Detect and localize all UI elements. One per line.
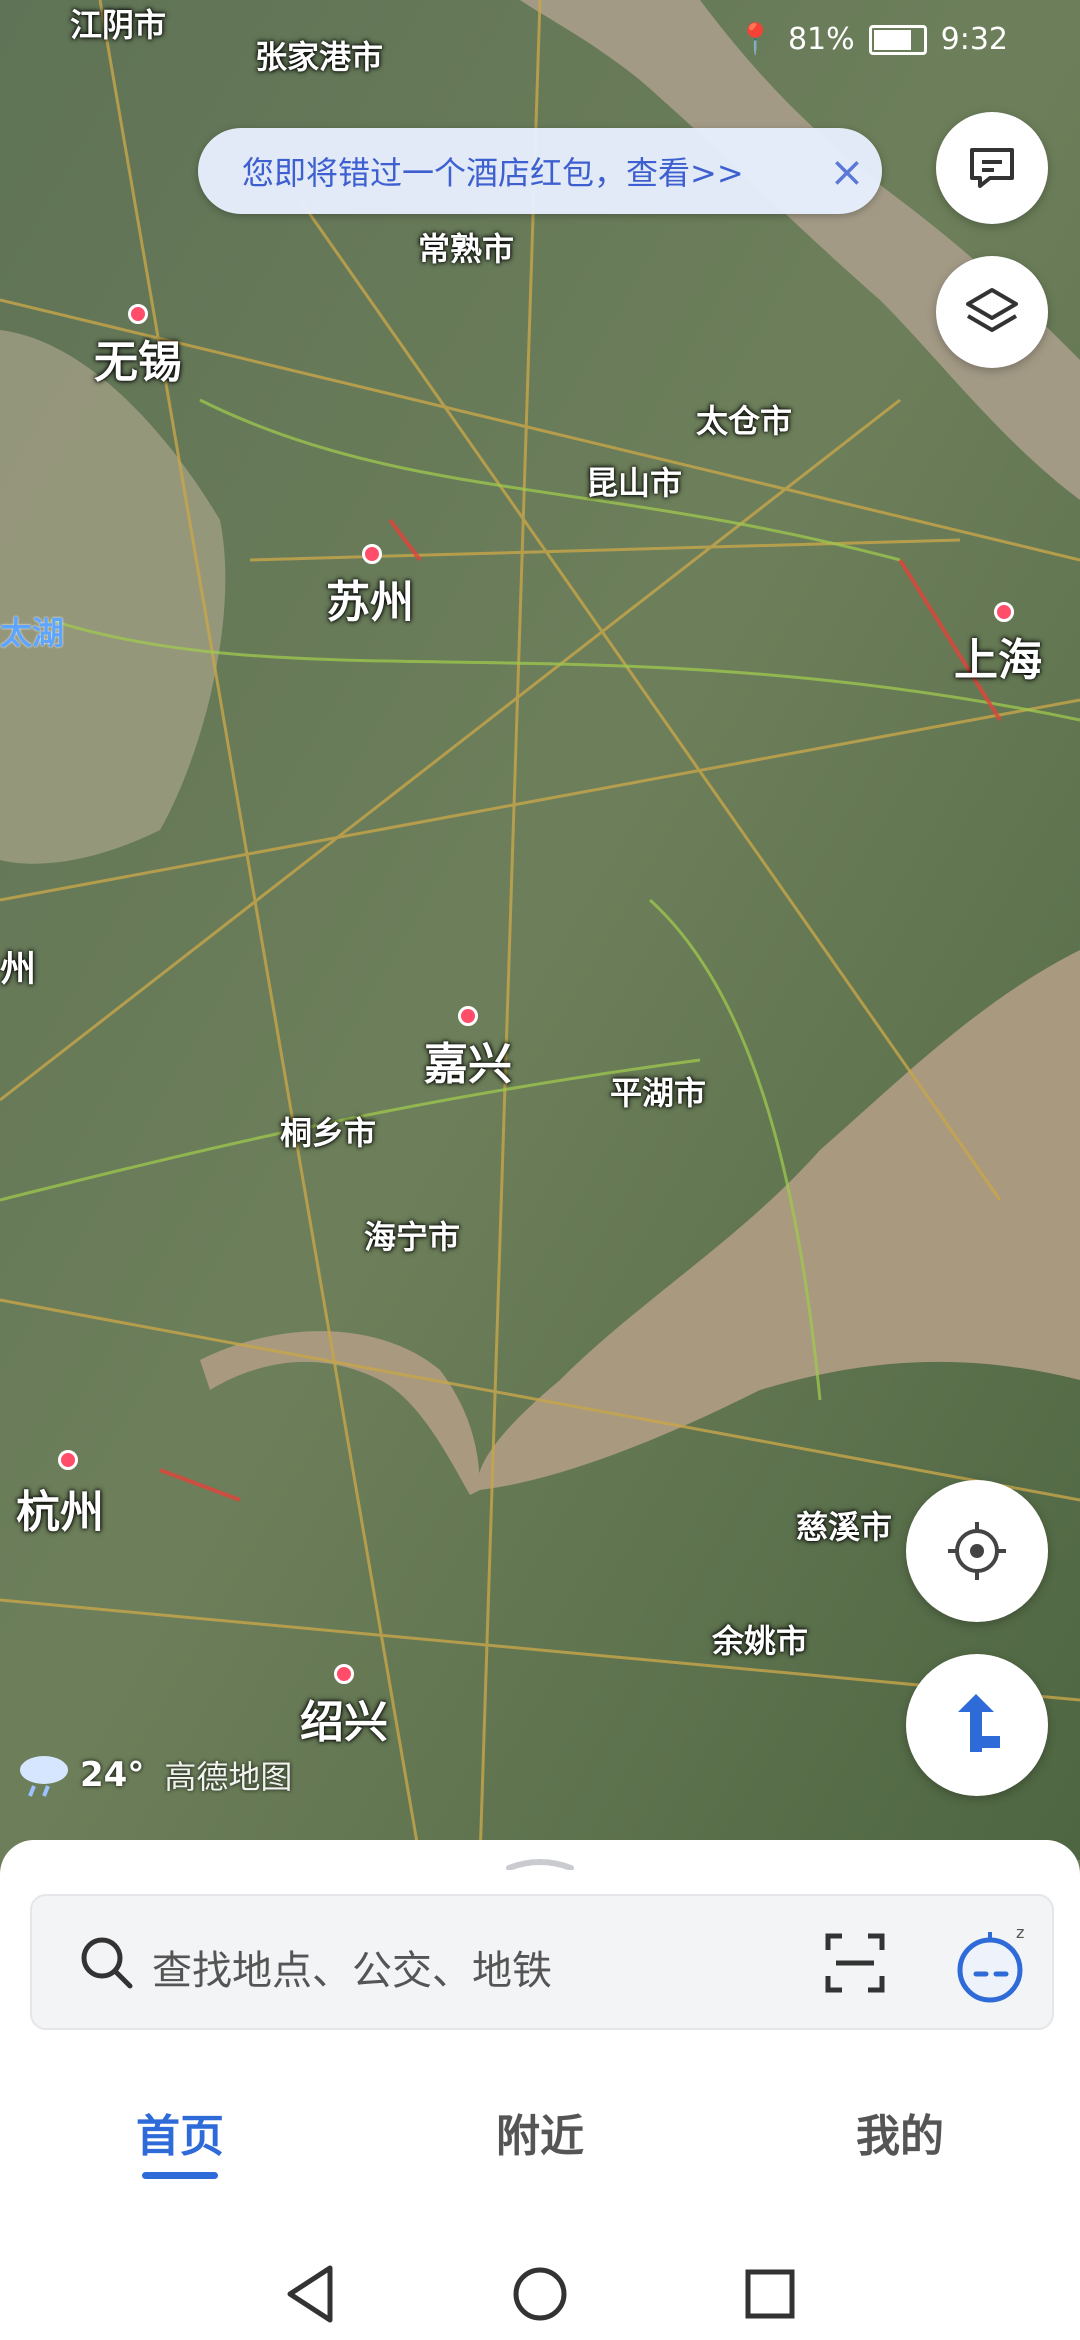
bottom-sheet[interactable]: 查找地点、公交、地铁 z 首页 附近 我的 [0,1840,1080,2340]
map-brand-watermark: 高德地图 [164,1758,293,1796]
city-marker-suzhou[interactable] [362,544,382,564]
city-label-hangzhou[interactable]: 杭州 [16,1476,104,1540]
hotel-promo-banner[interactable]: 您即将错过一个酒店红包，查看>> × [198,128,882,214]
battery-icon [868,24,927,55]
city-marker-hangzhou[interactable] [58,1450,78,1470]
search-bar[interactable]: 查找地点、公交、地铁 z [30,1894,1054,2030]
tab-home[interactable]: 首页 [30,2100,330,2179]
message-button[interactable] [936,112,1048,224]
city-label-kunshan[interactable]: 昆山市 [586,458,682,504]
weather-widget[interactable]: 24° 高德地图 [16,1750,292,1800]
clock: 9:32 [940,22,1008,57]
back-icon[interactable] [287,2265,333,2323]
city-marker-wuxi[interactable] [128,304,148,324]
city-label-wuxi[interactable]: 无锡 [94,326,182,390]
system-navigation-bar [287,2265,795,2323]
voice-assistant-icon[interactable]: z [952,1922,1032,2006]
city-label-taicang[interactable]: 太仓市 [696,396,792,442]
city-label-shanghai[interactable]: 上海 [954,624,1042,688]
city-label-suzhou[interactable]: 苏州 [326,566,414,630]
tab-nearby[interactable]: 附近 [390,2100,690,2164]
bottom-tab-bar[interactable]: 首页 附近 我的 [0,2100,1080,2179]
city-label-shaoxing[interactable]: 绍兴 [300,1686,388,1750]
city-label-pinghu[interactable]: 平湖市 [610,1068,706,1114]
location-icon: 📍 [736,22,774,57]
city-marker-shaoxing[interactable] [334,1664,354,1684]
route-navigation-button[interactable] [906,1654,1048,1796]
battery-fill [873,29,911,50]
rain-cloud-icon [20,1756,68,1797]
city-marker-shanghai[interactable] [994,602,1014,622]
svg-text:z: z [1016,1923,1024,1942]
locate-me-button[interactable] [906,1480,1048,1622]
chat-bubble-icon [970,148,1014,188]
city-marker-jiaxing[interactable] [458,1006,478,1026]
search-input[interactable]: 查找地点、公交、地铁 [152,1938,552,1996]
battery-percent: 81% [787,22,855,57]
status-bar: 📍 81% 9:32 [0,14,1080,70]
temperature: 24° [80,1755,145,1795]
city-label-tongxiang[interactable]: 桐乡市 [280,1108,376,1154]
edge-city-label: 州 [0,949,37,990]
turn-arrow-icon [958,1694,1000,1752]
city-label-haining[interactable]: 海宁市 [364,1212,460,1258]
tab-mine[interactable]: 我的 [750,2100,1050,2164]
lake-label-taihu: 太湖 [0,614,65,652]
search-icon [81,1937,133,1989]
status-right: 📍 81% 9:32 [737,22,1008,57]
layers-icon [966,288,1018,332]
close-icon[interactable]: × [812,147,882,196]
recents-icon[interactable] [745,2269,795,2319]
city-label-changshu[interactable]: 常熟市 [418,224,514,270]
map-layers-button[interactable] [936,256,1048,368]
banner-text[interactable]: 您即将错过一个酒店红包，查看>> [242,148,812,194]
crosshair-icon [948,1522,1006,1580]
city-label-jiaxing[interactable]: 嘉兴 [424,1028,512,1092]
city-label-cixi[interactable]: 慈溪市 [796,1502,892,1548]
city-label-yuyao[interactable]: 余姚市 [712,1616,808,1662]
sheet-handle-icon[interactable] [505,1856,575,1870]
scan-icon[interactable] [822,1930,888,1996]
home-icon[interactable] [513,2267,567,2321]
